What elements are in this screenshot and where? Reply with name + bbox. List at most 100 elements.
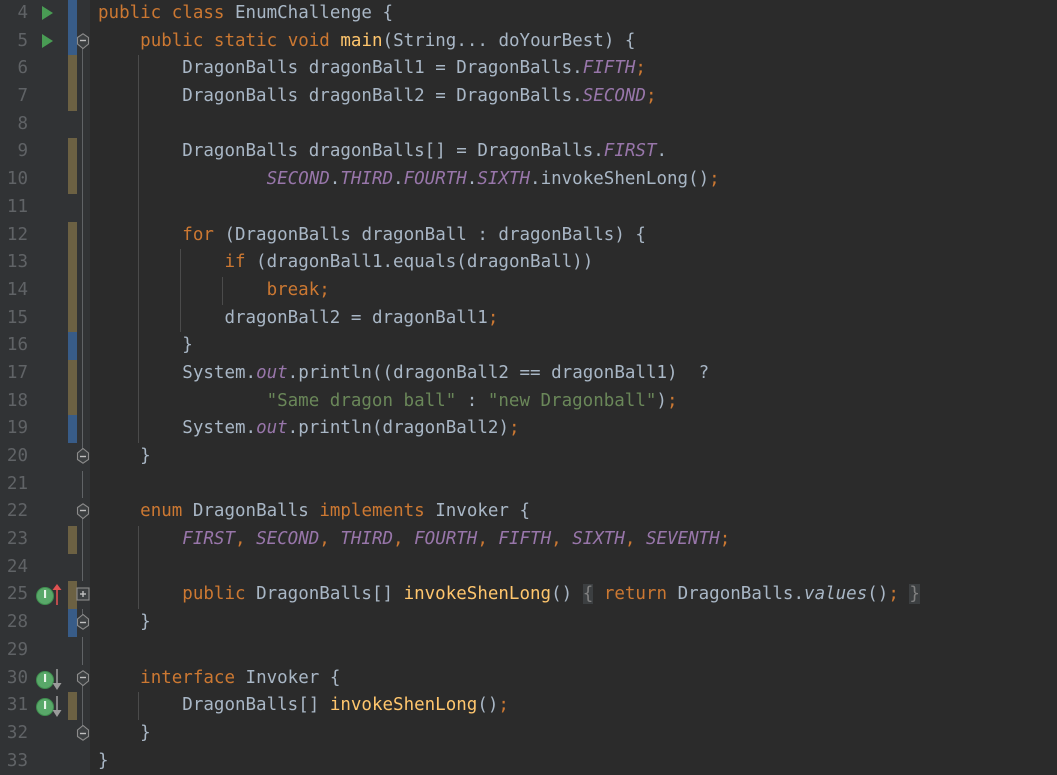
code-line[interactable]: public DragonBalls[] invokeShenLong() { … <box>90 581 1057 610</box>
gutter-row[interactable]: 14 <box>0 276 90 305</box>
code-line[interactable]: } <box>90 609 1057 637</box>
gutter-row[interactable]: 28 <box>0 609 90 637</box>
fold-column[interactable] <box>76 110 90 139</box>
gutter-row[interactable]: 15 <box>0 304 90 333</box>
fold-column[interactable] <box>76 665 90 693</box>
gutter-row[interactable]: 21 <box>0 470 90 499</box>
gutter-row[interactable]: 24 <box>0 553 90 582</box>
code-line[interactable]: public static void main(String... doYour… <box>90 28 1057 56</box>
gutter-row[interactable]: 13 <box>0 249 90 277</box>
gutter-row[interactable]: 9 <box>0 138 90 167</box>
fold-column[interactable] <box>76 359 90 388</box>
fold-column[interactable] <box>76 498 90 527</box>
gutter-row[interactable]: 32 <box>0 719 90 748</box>
gutter-row[interactable]: 17 <box>0 359 90 388</box>
code-line[interactable]: "Same dragon ball" : "new Dragonball"); <box>90 387 1057 416</box>
gutter-row[interactable]: 29 <box>0 636 90 665</box>
gutter-row[interactable]: 11 <box>0 193 90 222</box>
code-editor[interactable]: 4 5 6 7 8 9 10 11 12 13 14 15 16 17 18 19 20 21 22 23 24 25 28… <box>0 0 1057 775</box>
code-line[interactable]: System.out.println((dragonBall2 == drago… <box>90 359 1057 388</box>
code-line[interactable]: SECOND.THIRD.FOURTH.SIXTH.invokeShenLong… <box>90 166 1057 194</box>
fold-collapse-icon[interactable] <box>76 669 90 687</box>
fold-column[interactable] <box>76 443 90 471</box>
implemented-by-down-arrow-icon[interactable] <box>52 695 62 718</box>
gutter-row[interactable]: 8 <box>0 110 90 139</box>
fold-region-end-icon[interactable] <box>76 613 90 631</box>
fold-column[interactable] <box>76 719 90 748</box>
code-line[interactable]: enum DragonBalls implements Invoker { <box>90 498 1057 526</box>
fold-column[interactable] <box>76 138 90 167</box>
code-line[interactable]: DragonBalls dragonBall1 = DragonBalls.FI… <box>90 55 1057 84</box>
gutter-row[interactable]: 20 <box>0 443 90 471</box>
code-line[interactable]: } <box>90 748 1057 775</box>
code-line[interactable]: } <box>90 720 1057 748</box>
fold-region-end-icon[interactable] <box>76 724 90 742</box>
fold-column[interactable] <box>76 276 90 305</box>
code-line[interactable]: FIRST, SECOND, THIRD, FOURTH, FIFTH, SIX… <box>90 526 1057 554</box>
gutter-row[interactable]: 33 <box>0 748 90 775</box>
gutter-row[interactable]: 19 <box>0 415 90 443</box>
gutter-row[interactable]: 23 <box>0 526 90 554</box>
code-line[interactable]: System.out.println(dragonBall2); <box>90 415 1057 443</box>
fold-column[interactable] <box>76 692 90 720</box>
fold-column[interactable] <box>76 221 90 250</box>
fold-column[interactable] <box>76 470 90 499</box>
fold-column[interactable] <box>76 83 90 111</box>
gutter-row[interactable]: 12 <box>0 221 90 250</box>
code-line[interactable] <box>90 637 1057 665</box>
fold-region-end-icon[interactable] <box>76 447 90 465</box>
fold-column[interactable] <box>76 304 90 333</box>
fold-column[interactable] <box>76 193 90 222</box>
gutter-row[interactable]: 18 <box>0 387 90 416</box>
implements-up-arrow-icon[interactable] <box>52 584 62 606</box>
editor-gutter[interactable]: 4 5 6 7 8 9 10 11 12 13 14 15 16 17 18 19 20 21 22 23 24 25 28… <box>0 0 90 775</box>
code-line[interactable]: for (DragonBalls dragonBall : dragonBall… <box>90 221 1057 250</box>
code-line[interactable] <box>90 193 1057 222</box>
fold-column[interactable] <box>76 249 90 277</box>
fold-column[interactable] <box>76 609 90 637</box>
fold-column[interactable] <box>76 748 90 775</box>
fold-column[interactable] <box>76 636 90 665</box>
gutter-row[interactable]: 5 <box>0 27 90 56</box>
fold-column[interactable] <box>76 553 90 582</box>
code-line[interactable]: } <box>90 443 1057 471</box>
gutter-row[interactable]: 25 <box>0 581 90 610</box>
gutter-row[interactable]: 4 <box>0 0 90 28</box>
code-line[interactable]: interface Invoker { <box>90 665 1057 693</box>
gutter-row[interactable]: 6 <box>0 55 90 84</box>
gutter-row[interactable]: 16 <box>0 332 90 360</box>
code-line[interactable]: dragonBall2 = dragonBall1; <box>90 304 1057 333</box>
gutter-row[interactable]: 10 <box>0 166 90 194</box>
code-area[interactable]: public class EnumChallenge { public stat… <box>90 0 1057 775</box>
gutter-row[interactable]: 22 <box>0 498 90 527</box>
fold-expand-icon[interactable] <box>76 586 90 603</box>
code-token: ; <box>888 584 899 605</box>
code-line[interactable]: } <box>90 332 1057 360</box>
code-line[interactable]: DragonBalls dragonBalls[] = DragonBalls.… <box>90 138 1057 167</box>
code-line[interactable] <box>90 471 1057 499</box>
code-line[interactable] <box>90 110 1057 139</box>
code-line[interactable]: public class EnumChallenge { <box>90 0 1057 28</box>
fold-column[interactable] <box>76 581 90 609</box>
fold-column[interactable] <box>76 415 90 443</box>
run-gutter-icon[interactable] <box>42 6 53 20</box>
run-gutter-icon[interactable] <box>42 33 53 48</box>
gutter-row[interactable]: 30 <box>0 665 90 693</box>
code-line[interactable]: break; <box>90 276 1057 305</box>
implemented-by-down-arrow-icon[interactable] <box>52 668 62 690</box>
code-line[interactable] <box>90 553 1057 582</box>
fold-collapse-icon[interactable] <box>76 503 90 520</box>
fold-column[interactable] <box>76 166 90 194</box>
fold-collapse-icon[interactable] <box>76 32 90 50</box>
code-line[interactable]: DragonBalls[] invokeShenLong(); <box>90 692 1057 720</box>
fold-column[interactable] <box>76 55 90 84</box>
fold-column[interactable] <box>76 526 90 554</box>
fold-column[interactable] <box>76 332 90 360</box>
code-line[interactable]: if (dragonBall1.equals(dragonBall)) <box>90 249 1057 277</box>
gutter-row[interactable]: 7 <box>0 83 90 111</box>
fold-column[interactable] <box>76 0 90 28</box>
fold-column[interactable] <box>76 387 90 416</box>
code-line[interactable]: DragonBalls dragonBall2 = DragonBalls.SE… <box>90 83 1057 111</box>
fold-column[interactable] <box>76 28 90 56</box>
gutter-row[interactable]: 31 <box>0 692 90 720</box>
